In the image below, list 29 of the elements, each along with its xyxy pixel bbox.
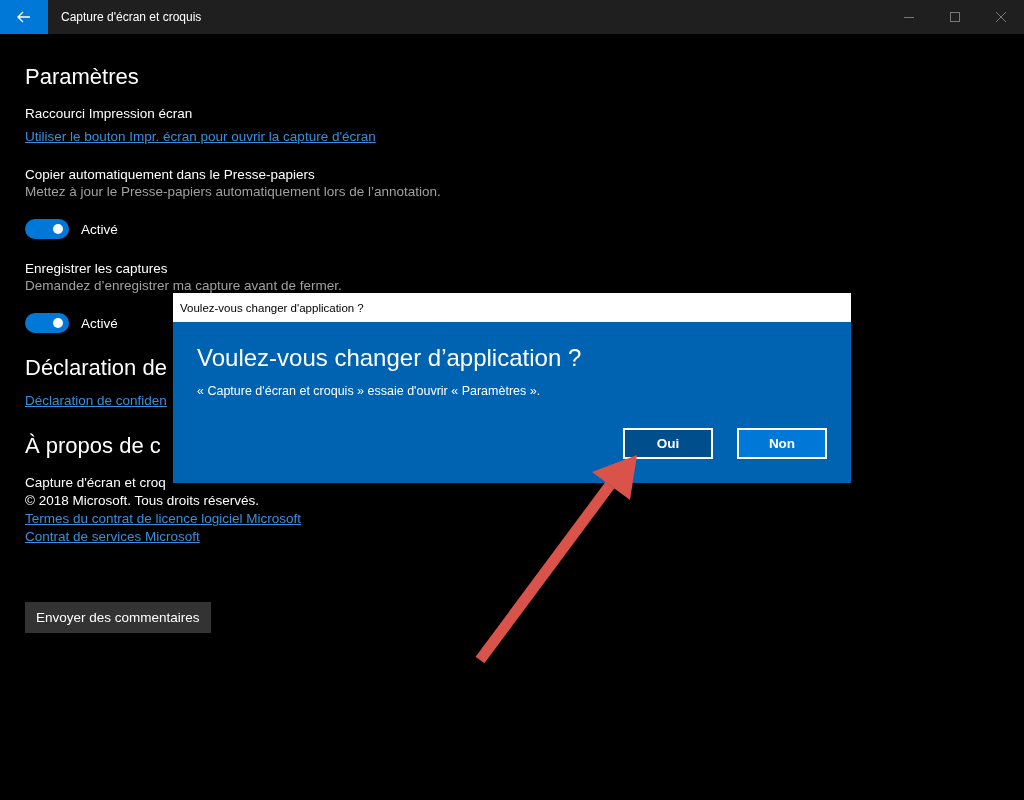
privacy-heading: Déclaration de [25,355,167,381]
dialog-heading: Voulez-vous changer d’application ? [197,344,583,372]
close-icon [996,12,1006,22]
dialog-button[interactable]: Non [737,428,827,459]
setting-label: Raccourci Impression écran [25,106,194,121]
about-text: Capture d'écran et croq [25,475,166,490]
license-link[interactable]: Termes du contrat de licence logiciel Microsoft [25,511,302,526]
toggle-switch[interactable] [25,313,69,333]
license-link[interactable]: Contrat de services Microsoft [25,529,200,544]
setting-description: Mettez à jour le Presse-papiers automatiquement lors de l’annotation. [25,184,442,199]
setting-label: Copier automatiquement dans le Presse-papiers [25,167,316,182]
window-title: Capture d'écran et croquis [61,10,203,24]
toggle-state: Activé [81,221,118,237]
back-button[interactable] [0,0,48,34]
about-heading: À propos de c [25,433,161,459]
setting-description: Demandez d’enregistrer ma capture avant de fermer. [25,278,343,293]
feedback-button[interactable]: Envoyer des commentaires [25,602,211,633]
toggle-state: Activé [81,315,118,331]
settings-heading: Paramètres [25,64,140,90]
dialog-title: Voulez-vous changer d'application ? [173,293,851,322]
privacy-link[interactable]: Déclaration de confiden [25,393,167,408]
back-arrow-icon [17,11,31,23]
toggle-switch[interactable] [25,219,69,239]
setting-label: Enregistrer les captures [25,261,169,276]
dialog-button[interactable]: Oui [623,428,713,459]
about-text: © 2018 Microsoft. Tous droits réservés. [25,493,260,508]
maximize-icon [950,12,960,22]
shortcut-link[interactable]: Utiliser le bouton Impr. écran pour ouvrir la capture d'écran [25,129,376,144]
dialog-message: « Capture d'écran et croquis » essaie d'ouvrir « Paramètres ». [197,384,542,398]
